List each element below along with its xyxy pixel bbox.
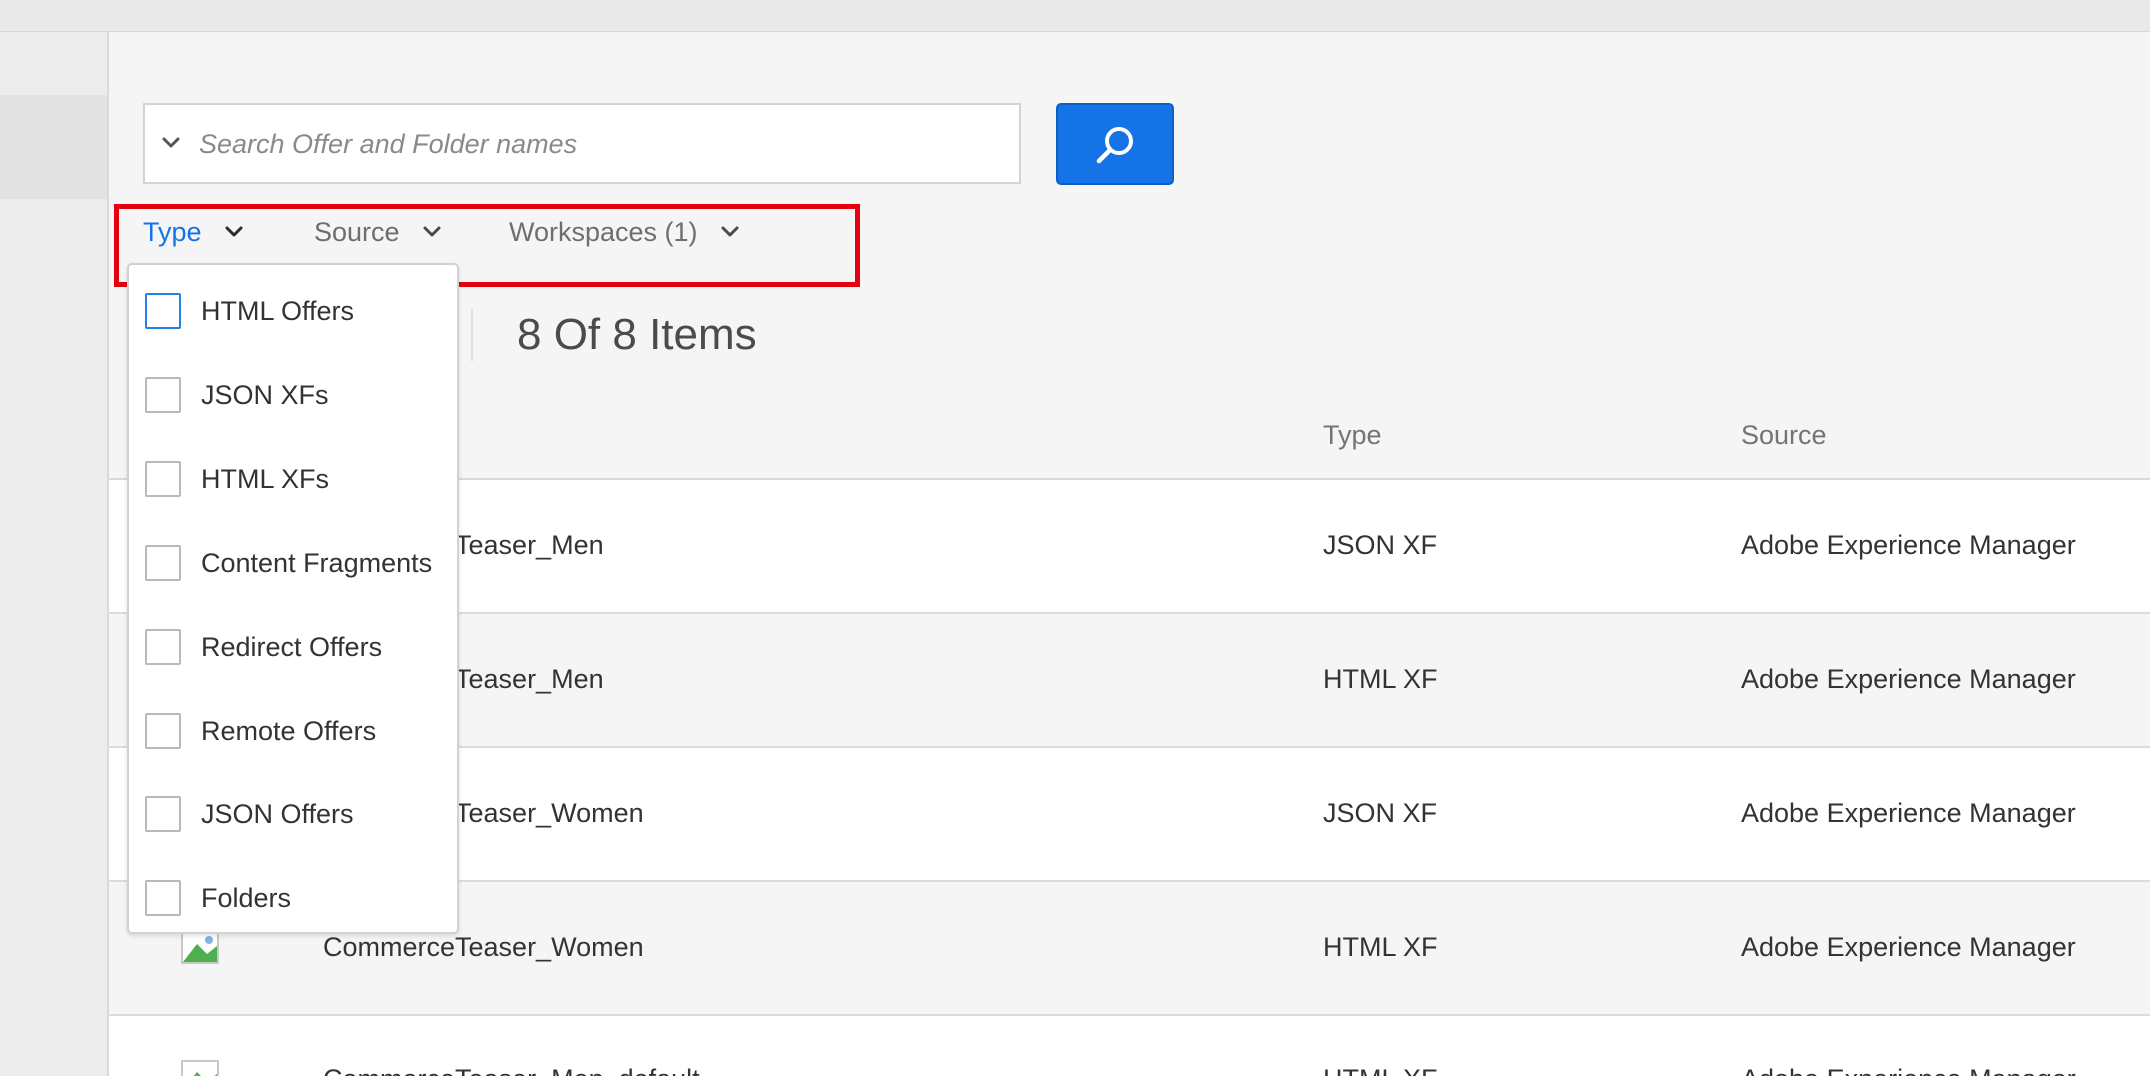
type-option-json-xfs[interactable]: JSON XFs xyxy=(145,373,329,417)
option-label: HTML Offers xyxy=(201,295,355,326)
left-nav-item[interactable] xyxy=(0,95,107,199)
checkbox[interactable] xyxy=(145,713,181,749)
type-option-html-offers[interactable]: HTML Offers xyxy=(145,289,354,333)
search-input[interactable] xyxy=(197,105,1001,184)
chevron-down-icon xyxy=(225,226,243,237)
row-type: JSON XF xyxy=(1323,798,1438,828)
search-icon xyxy=(1096,127,1133,164)
checkbox[interactable] xyxy=(145,796,181,832)
row-type: JSON XF xyxy=(1323,530,1438,560)
option-label: Redirect Offers xyxy=(201,631,383,662)
checkbox[interactable] xyxy=(145,293,181,329)
checkbox[interactable] xyxy=(145,545,181,581)
row-source: Adobe Experience Manager xyxy=(1741,530,2076,560)
option-label: Remote Offers xyxy=(201,715,377,746)
column-header-type[interactable]: Type xyxy=(1323,420,1382,451)
item-count: 8 Of 8 Items xyxy=(517,310,757,359)
table-row[interactable]: CommerceTeaser_Men_default HTML XF Adobe… xyxy=(109,1016,2150,1076)
filter-type[interactable]: Type xyxy=(143,212,244,252)
row-name: CommerceTeaser_Men_default xyxy=(323,1064,700,1076)
type-option-html-xfs[interactable]: HTML XFs xyxy=(145,457,329,501)
option-label: JSON XFs xyxy=(201,379,329,410)
search-field[interactable] xyxy=(143,103,1021,184)
filter-type-label: Type xyxy=(143,216,202,247)
filter-source[interactable]: Source xyxy=(314,212,442,252)
type-option-content-fragments[interactable]: Content Fragments xyxy=(145,541,432,585)
option-label: HTML XFs xyxy=(201,463,329,494)
row-source: Adobe Experience Manager xyxy=(1741,932,2076,962)
filter-workspaces[interactable]: Workspaces (1) xyxy=(509,212,740,252)
checkbox[interactable] xyxy=(145,461,181,497)
checkbox[interactable] xyxy=(145,377,181,413)
checkbox[interactable] xyxy=(145,880,181,916)
column-header-source[interactable]: Source xyxy=(1741,420,1827,451)
type-option-folders[interactable]: Folders xyxy=(145,876,291,920)
filter-source-label: Source xyxy=(314,216,400,247)
type-option-json-offers[interactable]: JSON Offers xyxy=(145,792,354,836)
top-bar xyxy=(0,0,2150,32)
type-option-remote-offers[interactable]: Remote Offers xyxy=(145,709,376,753)
chevron-down-icon[interactable] xyxy=(161,133,181,153)
type-filter-dropdown: HTML Offers JSON XFs HTML XFs Content Fr… xyxy=(127,263,459,934)
row-type: HTML XF xyxy=(1323,664,1438,694)
count-divider xyxy=(471,309,473,361)
row-type: HTML XF xyxy=(1323,1064,1438,1076)
filter-workspaces-label: Workspaces (1) xyxy=(509,216,698,247)
offer-thumbnail-icon xyxy=(181,1060,219,1076)
row-type: HTML XF xyxy=(1323,932,1438,962)
type-option-redirect-offers[interactable]: Redirect Offers xyxy=(145,625,382,669)
row-source: Adobe Experience Manager xyxy=(1741,798,2076,828)
option-label: Folders xyxy=(201,882,292,913)
row-source: Adobe Experience Manager xyxy=(1741,664,2076,694)
row-name: CommerceTeaser_Women xyxy=(323,932,644,962)
row-source: Adobe Experience Manager xyxy=(1741,1064,2076,1076)
option-label: JSON Offers xyxy=(201,798,354,829)
option-label: Content Fragments xyxy=(201,547,433,578)
search-button[interactable] xyxy=(1056,103,1174,185)
checkbox[interactable] xyxy=(145,629,181,665)
left-nav xyxy=(0,32,109,1076)
chevron-down-icon xyxy=(721,226,739,237)
chevron-down-icon xyxy=(423,226,441,237)
offer-thumbnail-icon xyxy=(181,932,219,964)
